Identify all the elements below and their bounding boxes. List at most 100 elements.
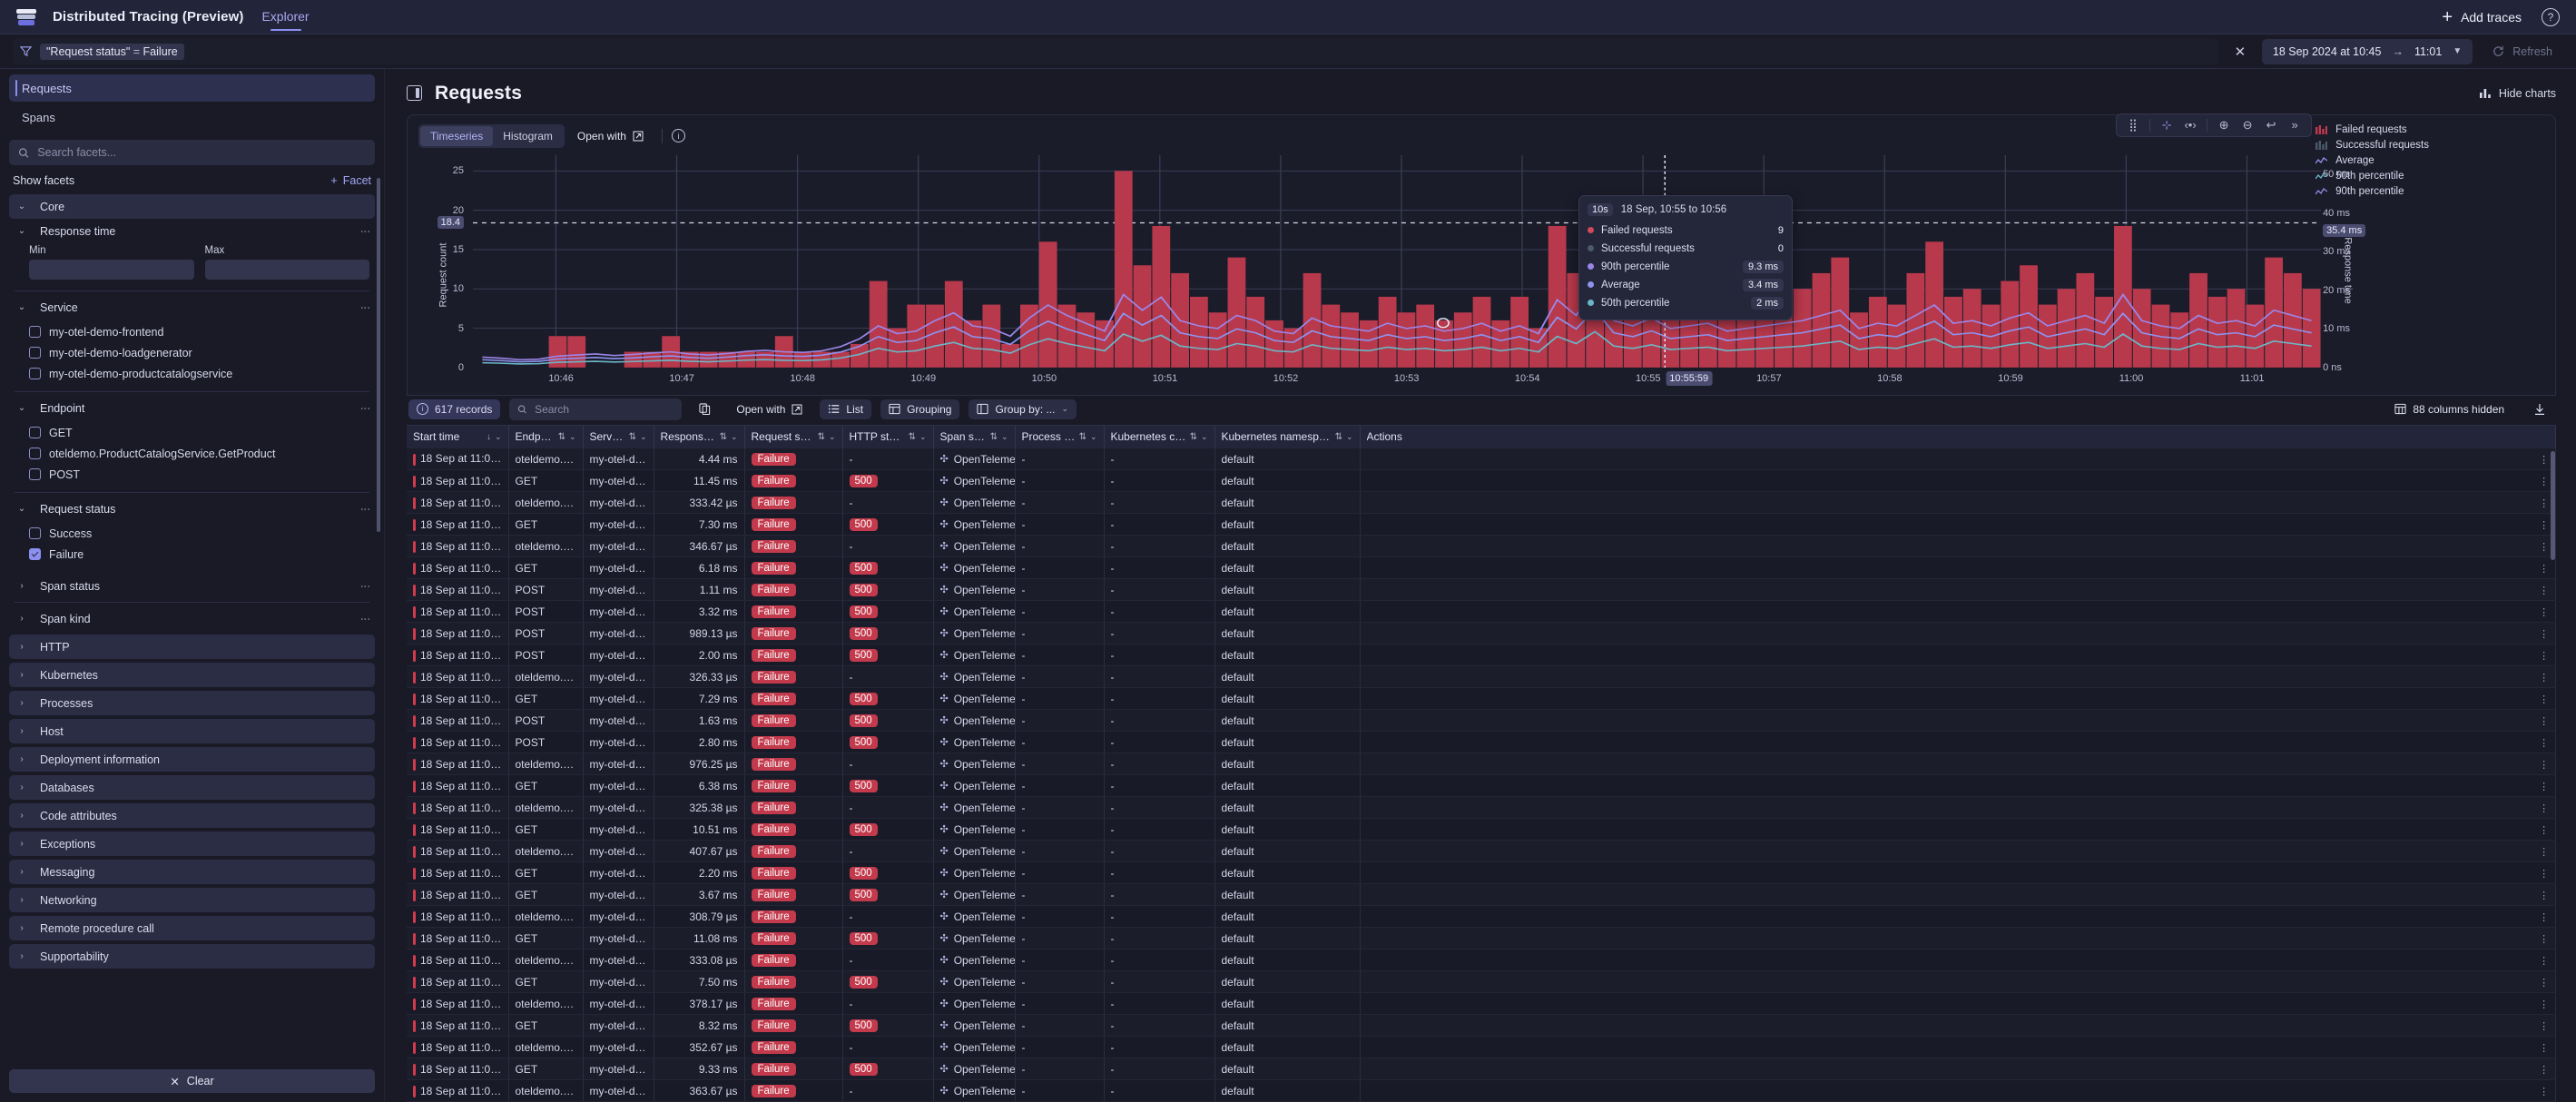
- table-row[interactable]: 18 Sep at 11:00:4oteldemo.Pr...my-otel-d…: [407, 1037, 2556, 1058]
- facet-group-networking[interactable]: › Networking: [9, 888, 375, 912]
- row-kebab-menu-icon[interactable]: ⋮: [2539, 455, 2549, 466]
- list-view-button[interactable]: List: [820, 399, 871, 419]
- legend-item-failed-requests[interactable]: Failed requests: [2315, 123, 2542, 138]
- copy-button[interactable]: [691, 399, 719, 418]
- add-facet-button[interactable]: + Facet: [330, 174, 371, 187]
- table-row[interactable]: 18 Sep at 11:00:4oteldemo.Pr...my-otel-d…: [407, 949, 2556, 971]
- chevron-down-icon[interactable]: ⌄: [829, 432, 836, 442]
- facet-group-processes[interactable]: › Processes: [9, 691, 375, 715]
- grouping-button[interactable]: Grouping: [880, 399, 959, 419]
- sort-icon[interactable]: ⇅: [909, 432, 916, 442]
- table-row[interactable]: 18 Sep at 11:00:5oteldemo.Pr...my-otel-d…: [407, 753, 2556, 775]
- row-kebab-menu-icon[interactable]: ⋮: [2539, 912, 2549, 923]
- checkbox[interactable]: [29, 347, 41, 359]
- chart-plot-area[interactable]: Request count Response time 051015202518…: [408, 155, 2555, 395]
- sidebar-tab-requests[interactable]: Requests: [9, 74, 375, 102]
- row-kebab-menu-icon[interactable]: ⋮: [2539, 498, 2549, 509]
- chevron-down-icon[interactable]: ⌄: [569, 432, 576, 442]
- table-search[interactable]: [509, 398, 682, 420]
- checkbox[interactable]: [29, 468, 41, 480]
- row-kebab-menu-icon[interactable]: ⋮: [2539, 934, 2549, 945]
- table-row[interactable]: 18 Sep at 11:01:1oteldemo.Pr...my-otel-d…: [407, 536, 2556, 557]
- row-kebab-menu-icon[interactable]: ⋮: [2539, 1087, 2549, 1097]
- checkbox[interactable]: [29, 527, 41, 539]
- table-row[interactable]: 18 Sep at 11:01:1POSTmy-otel-de...2.00 m…: [407, 644, 2556, 666]
- facet-group-response-time[interactable]: ⌄ Response time ⋮: [9, 219, 375, 243]
- columns-hidden-button[interactable]: 88 columns hidden: [2386, 399, 2512, 419]
- facet-group-deployment-information[interactable]: › Deployment information: [9, 747, 375, 772]
- chevron-down-icon[interactable]: ⌄: [1001, 432, 1008, 442]
- refresh-button[interactable]: Refresh: [2482, 39, 2563, 64]
- sidebar-scrollbar[interactable]: [377, 178, 380, 532]
- row-kebab-menu-icon[interactable]: ⋮: [2539, 520, 2549, 531]
- table-column-header[interactable]: Request status⇅⌄: [744, 426, 842, 448]
- row-kebab-menu-icon[interactable]: ⋮: [2539, 1043, 2549, 1054]
- help-circle-icon[interactable]: ?: [2542, 8, 2560, 26]
- zoom-out-icon[interactable]: ⊖: [2237, 115, 2258, 135]
- table-search-input[interactable]: [535, 403, 673, 416]
- facet-group-http[interactable]: › HTTP: [9, 635, 375, 659]
- chevron-down-icon[interactable]: ⌄: [1090, 432, 1097, 442]
- zoom-in-icon[interactable]: ⊕: [2213, 115, 2235, 135]
- more-icon[interactable]: »: [2284, 115, 2306, 135]
- table-row[interactable]: 18 Sep at 11:01:1GETmy-otel-de...6.18 ms…: [407, 557, 2556, 579]
- row-kebab-menu-icon[interactable]: ⋮: [2539, 978, 2549, 989]
- table-open-with-button[interactable]: Open with: [728, 399, 811, 419]
- table-column-header[interactable]: Start time↓⌄: [407, 426, 508, 448]
- table-row[interactable]: 18 Sep at 11:00:5oteldemo.Pr...my-otel-d…: [407, 797, 2556, 819]
- table-row[interactable]: 18 Sep at 11:00:4GETmy-otel-de...9.33 ms…: [407, 1058, 2556, 1080]
- filter-chip[interactable]: "Request status" = Failure: [40, 44, 184, 60]
- kebab-menu-icon[interactable]: ⋮: [362, 504, 368, 514]
- row-kebab-menu-icon[interactable]: ⋮: [2539, 477, 2549, 487]
- sort-icon[interactable]: ⇅: [1335, 432, 1342, 442]
- row-kebab-menu-icon[interactable]: ⋮: [2539, 847, 2549, 858]
- table-column-header[interactable]: Kubernetes contai...⇅⌄: [1104, 426, 1214, 448]
- table-column-header[interactable]: HTTP status⇅⌄: [842, 426, 933, 448]
- row-kebab-menu-icon[interactable]: ⋮: [2539, 673, 2549, 684]
- sort-icon[interactable]: ⇅: [818, 432, 825, 442]
- chevron-down-icon[interactable]: ⌄: [1346, 432, 1353, 442]
- kebab-menu-icon[interactable]: ⋮: [362, 226, 368, 236]
- drag-handle-icon[interactable]: ⣿: [2122, 115, 2144, 135]
- facet-group-endpoint[interactable]: ⌄ Endpoint ⋮: [9, 396, 375, 420]
- row-kebab-menu-icon[interactable]: ⋮: [2539, 738, 2549, 749]
- facet-group-span-kind[interactable]: › Span kind ⋮: [9, 606, 375, 631]
- table-column-header[interactable]: Service⇅⌄: [583, 426, 654, 448]
- row-kebab-menu-icon[interactable]: ⋮: [2539, 782, 2549, 792]
- table-row[interactable]: 18 Sep at 11:00:4GETmy-otel-de...7.50 ms…: [407, 971, 2556, 993]
- table-row[interactable]: 18 Sep at 11:00:4GETmy-otel-de...8.32 ms…: [407, 1015, 2556, 1037]
- nav-tab-explorer[interactable]: Explorer: [260, 0, 310, 34]
- facet-group-service[interactable]: ⌄ Service ⋮: [9, 295, 375, 320]
- table-row[interactable]: 18 Sep at 11:01:0GETmy-otel-de...7.29 ms…: [407, 688, 2556, 710]
- table-column-header[interactable]: Kubernetes namespace⇅⌄: [1214, 426, 1360, 448]
- chevron-down-icon[interactable]: ⌄: [640, 432, 647, 442]
- table-row[interactable]: 18 Sep at 11:00:5GETmy-otel-de...6.38 ms…: [407, 775, 2556, 797]
- row-kebab-menu-icon[interactable]: ⋮: [2539, 694, 2549, 705]
- row-kebab-menu-icon[interactable]: ⋮: [2539, 542, 2549, 553]
- info-icon[interactable]: i: [672, 129, 685, 143]
- facet-group-core[interactable]: ⌄ Core: [9, 194, 375, 219]
- table-row[interactable]: 18 Sep at 11:01:1POSTmy-otel-de...1.11 m…: [407, 579, 2556, 601]
- records-table-container[interactable]: Start time↓⌄Endpoint⇅⌄Service⇅⌄Response …: [407, 425, 2556, 1102]
- row-kebab-menu-icon[interactable]: ⋮: [2539, 629, 2549, 640]
- collapse-sidebar-icon[interactable]: [407, 85, 422, 101]
- chevron-down-icon[interactable]: ⌄: [1201, 432, 1208, 442]
- facet-group-messaging[interactable]: › Messaging: [9, 860, 375, 884]
- row-kebab-menu-icon[interactable]: ⋮: [2539, 890, 2549, 901]
- checkbox[interactable]: [29, 448, 41, 459]
- chevron-down-icon[interactable]: ⌄: [919, 432, 927, 442]
- group-by-button[interactable]: Group by: ... ⌄: [968, 399, 1077, 419]
- min-input[interactable]: [29, 260, 194, 280]
- facet-group-host[interactable]: › Host: [9, 719, 375, 743]
- checkbox[interactable]: [29, 427, 41, 438]
- table-row[interactable]: 18 Sep at 11:01:1oteldemo.Pr...my-otel-d…: [407, 448, 2556, 470]
- facet-search[interactable]: [9, 140, 375, 165]
- kebab-menu-icon[interactable]: ⋮: [362, 614, 368, 624]
- row-kebab-menu-icon[interactable]: ⋮: [2539, 607, 2549, 618]
- table-column-header[interactable]: Span sour...⇅⌄: [933, 426, 1015, 448]
- sort-icon[interactable]: ⇅: [720, 432, 727, 442]
- table-row[interactable]: 18 Sep at 11:01:1POSTmy-otel-de...3.32 m…: [407, 601, 2556, 623]
- row-kebab-menu-icon[interactable]: ⋮: [2539, 803, 2549, 814]
- table-row[interactable]: 18 Sep at 11:00:4oteldemo.Pr...my-otel-d…: [407, 993, 2556, 1015]
- row-kebab-menu-icon[interactable]: ⋮: [2539, 564, 2549, 575]
